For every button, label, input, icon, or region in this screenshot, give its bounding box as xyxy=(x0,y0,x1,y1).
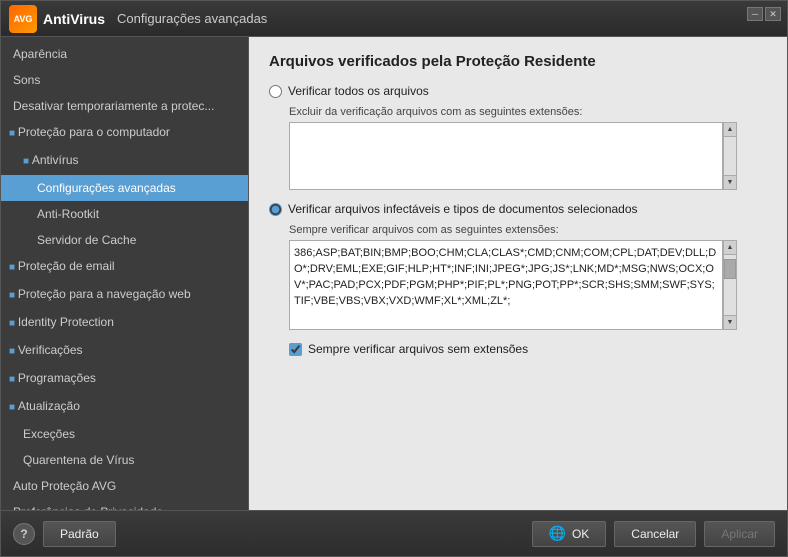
window-title: Configurações avançadas xyxy=(117,11,267,26)
sidebar-item-protecao-web[interactable]: ■ Proteção para a navegação web xyxy=(1,281,248,309)
exclude-vscroll: ▲ ▼ xyxy=(723,122,737,190)
checkbox-no-extension[interactable] xyxy=(289,343,302,356)
checkbox-no-extension-label: Sempre verificar arquivos sem extensões xyxy=(308,342,528,356)
exclude-scroll-down[interactable]: ▼ xyxy=(724,175,736,189)
sidebar-item-atualizacao[interactable]: ■ Atualização xyxy=(1,393,248,421)
sidebar-item-sons[interactable]: Sons xyxy=(1,67,248,93)
sidebar: Aparência Sons Desativar temporariamente… xyxy=(1,37,249,510)
ok-label: OK xyxy=(572,527,589,541)
expand-icon-email: ■ xyxy=(9,262,18,273)
extensions-scroll-thumb[interactable] xyxy=(724,259,736,279)
cancel-button[interactable]: Cancelar xyxy=(614,521,696,547)
sidebar-item-programacoes[interactable]: ■ Programações xyxy=(1,365,248,393)
close-button[interactable]: ✕ xyxy=(765,7,781,21)
extensions-scroll-down[interactable]: ▼ xyxy=(724,315,736,329)
sidebar-item-antivirus[interactable]: ■ Antivírus xyxy=(1,147,248,175)
ok-button[interactable]: 🌐 OK xyxy=(532,521,607,547)
expand-icon-programacoes: ■ xyxy=(9,374,18,385)
expand-icon-atualizacao: ■ xyxy=(9,402,18,413)
extensions-display: 386;ASP;BAT;BIN;BMP;BOO;CHM;CLA;CLAS*;CM… xyxy=(289,240,723,330)
radio-all-files-label: Verificar todos os arquivos xyxy=(288,84,429,98)
main-area: Aparência Sons Desativar temporariamente… xyxy=(1,37,787,510)
expand-icon-antivirus: ■ xyxy=(23,156,32,167)
extensions-vscroll: ▲ ▼ xyxy=(723,240,737,330)
sidebar-item-config-avancadas[interactable]: Configurações avançadas xyxy=(1,175,248,201)
sidebar-item-quarentena[interactable]: Quarentena de Vírus xyxy=(1,447,248,473)
avg-logo: AVG xyxy=(9,5,37,33)
sidebar-item-aparenca[interactable]: Aparência xyxy=(1,41,248,67)
sidebar-item-protecao-email[interactable]: ■ Proteção de email xyxy=(1,253,248,281)
app-name: AntiVirus xyxy=(43,11,105,27)
bottombar: ? Padrão 🌐 OK Cancelar Aplicar xyxy=(1,510,787,556)
exclude-label: Excluir da verificação arquivos com as s… xyxy=(289,106,767,118)
extensions-wrapper: 386;ASP;BAT;BIN;BMP;BOO;CHM;CLA;CLAS*;CM… xyxy=(289,240,737,330)
sidebar-label-protecao-email: Proteção de email xyxy=(18,259,115,273)
radio-all-files-option[interactable]: Verificar todos os arquivos xyxy=(269,84,767,98)
radio-all-files-input[interactable] xyxy=(269,85,282,98)
sidebar-label-programacoes: Programações xyxy=(18,371,96,385)
sidebar-item-servidor-cache[interactable]: Servidor de Cache xyxy=(1,227,248,253)
avg-logo-text: AVG xyxy=(14,14,33,24)
exclude-scroll-up[interactable]: ▲ xyxy=(724,123,736,137)
sidebar-label-protecao-web: Proteção para a navegação web xyxy=(18,287,191,301)
sidebar-item-excecoes[interactable]: Exceções xyxy=(1,421,248,447)
content-area: Arquivos verificados pela Proteção Resid… xyxy=(249,37,787,510)
sidebar-item-verificacoes[interactable]: ■ Verificações xyxy=(1,337,248,365)
sidebar-item-desativar[interactable]: Desativar temporariamente a protec... xyxy=(1,93,248,119)
window-controls: ─ ✕ xyxy=(747,7,781,21)
sidebar-item-identity-protection[interactable]: ■ Identity Protection xyxy=(1,309,248,337)
extensions-scroll-up[interactable]: ▲ xyxy=(724,241,736,255)
checkbox-no-extension-row: Sempre verificar arquivos sem extensões xyxy=(289,342,767,356)
minimize-button[interactable]: ─ xyxy=(747,7,763,21)
titlebar: AVG AntiVirus Configurações avançadas ─ … xyxy=(1,1,787,37)
sidebar-item-anti-rootkit[interactable]: Anti-Rootkit xyxy=(1,201,248,227)
app-logo-area: AVG AntiVirus xyxy=(9,5,105,33)
exclude-extensions-wrapper: ▲ ▼ xyxy=(289,122,737,190)
expand-icon-identity: ■ xyxy=(9,318,18,329)
always-verify-label: Sempre verificar arquivos com as seguint… xyxy=(289,224,767,236)
exclude-extensions-input[interactable] xyxy=(289,122,723,190)
sidebar-item-preferencias[interactable]: Preferências de Privacidade xyxy=(1,499,248,510)
sidebar-label-antivirus: Antivírus xyxy=(32,153,79,167)
expand-icon-verificacoes: ■ xyxy=(9,346,18,357)
sidebar-label-atualizacao: Atualização xyxy=(18,399,80,413)
sidebar-item-auto-protecao[interactable]: Auto Proteção AVG xyxy=(1,473,248,499)
main-window: AVG AntiVirus Configurações avançadas ─ … xyxy=(0,0,788,557)
radio-infected-label: Verificar arquivos infectáveis e tipos d… xyxy=(288,202,638,216)
sidebar-item-protecao-computador[interactable]: ■ Proteção para o computador xyxy=(1,119,248,147)
extensions-container: 386;ASP;BAT;BIN;BMP;BOO;CHM;CLA;CLAS*;CM… xyxy=(289,240,767,330)
sidebar-label-verificacoes: Verificações xyxy=(18,343,83,357)
radio-infected-option[interactable]: Verificar arquivos infectáveis e tipos d… xyxy=(269,202,767,216)
ok-globe-icon: 🌐 xyxy=(549,525,566,542)
page-title: Arquivos verificados pela Proteção Resid… xyxy=(269,53,767,70)
default-button[interactable]: Padrão xyxy=(43,521,116,547)
apply-button[interactable]: Aplicar xyxy=(704,521,775,547)
expand-icon-protecao: ■ xyxy=(9,128,18,139)
exclude-extensions-container: ▲ ▼ xyxy=(289,122,767,190)
expand-icon-web: ■ xyxy=(9,290,18,301)
sidebar-label-protecao-computador: Proteção para o computador xyxy=(18,125,170,139)
help-button[interactable]: ? xyxy=(13,523,35,545)
radio-infected-input[interactable] xyxy=(269,203,282,216)
sidebar-label-identity: Identity Protection xyxy=(18,315,114,329)
